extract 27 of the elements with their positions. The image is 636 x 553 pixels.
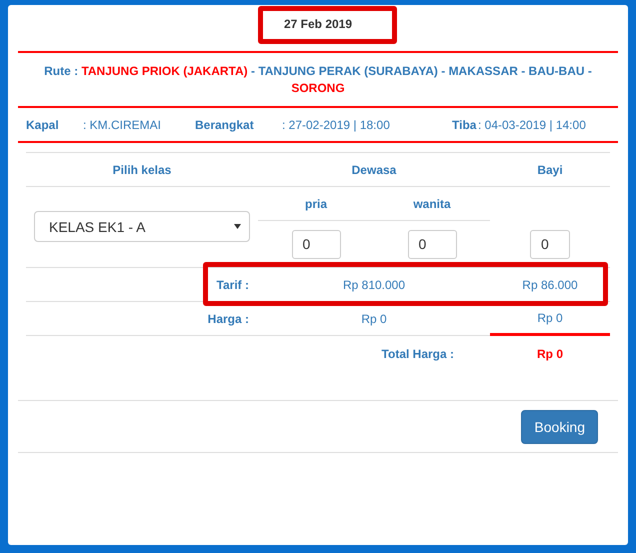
tarif-label: Tarif : [216,278,249,292]
adult-male-input[interactable]: 0 [292,230,340,258]
info-value: : 27-02-2019 | 18:00 [282,118,391,132]
infant-harga: Rp 0 [537,310,563,324]
info-value: : KM.CIREMAI [83,118,162,132]
total-label: Total Harga : [382,347,454,361]
column-subheader: wanita [413,196,451,210]
info-label: Tiba [452,118,478,132]
infant-input[interactable]: 0 [530,230,570,258]
column-header: Dewasa [352,162,396,176]
total-value: Rp 0 [536,347,563,361]
booking-button[interactable]: Booking [521,410,598,444]
info-label: Berangkat [195,118,255,132]
column-subheader: pria [304,196,327,210]
date-text: 27 Feb 2019 [284,17,352,31]
harga-label: Harga : [208,312,249,326]
column-header: Pilih kelas [112,162,172,176]
infant-tarif: Rp 86.000 [522,278,578,292]
caret-icon [234,224,241,229]
info-label: Kapal [26,118,60,132]
column-header: Bayi [537,162,563,176]
adult-harga: Rp 0 [361,312,387,326]
adult-female-input[interactable]: 0 [408,230,456,258]
route-text: Rute : TANJUNG PRIOK (JAKARTA) - TANJUNG PERAK (SURABAYA) - MAKASSAR - BAU-BAU - SORONG [18,53,618,108]
adult-tarif: Rp 810.000 [342,278,406,292]
info-value: : 04-03-2019 | 14:00 [478,118,587,132]
class-select[interactable]: KELAS EK1 - A [34,211,250,242]
